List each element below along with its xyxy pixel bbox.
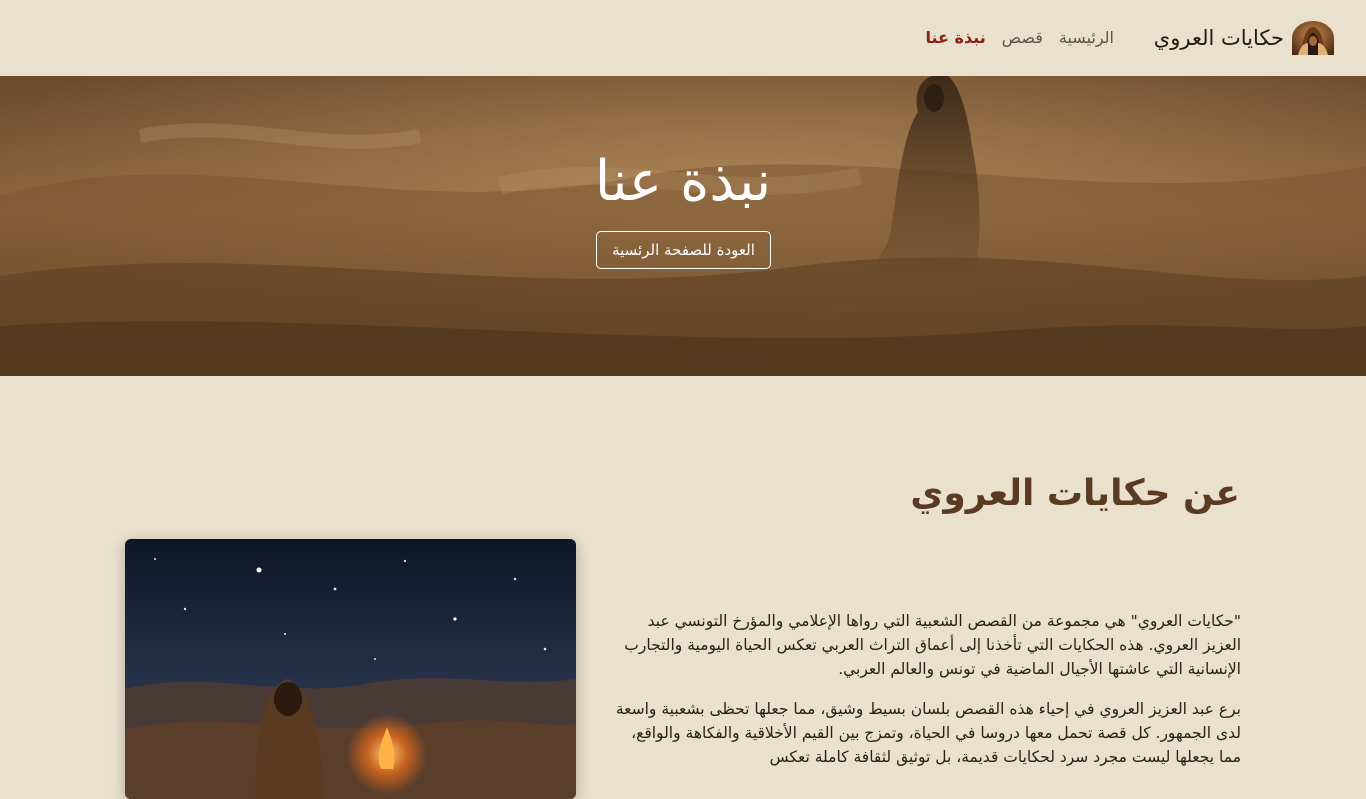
storyteller-campfire-image <box>125 539 576 799</box>
navbar: حكايات العروي الرئيسية قصص نبذة عنا <box>0 0 1366 76</box>
back-home-button[interactable]: العودة للصفحة الرئسية <box>596 231 771 269</box>
hero-desert-background <box>0 76 1366 376</box>
nav-link-stories[interactable]: قصص <box>1002 26 1043 50</box>
brand-logo-icon <box>1292 21 1334 55</box>
nav-link-home[interactable]: الرئيسية <box>1059 26 1114 50</box>
about-title: عن حكايات العروي <box>910 473 1240 514</box>
brand-link[interactable]: حكايات العروي <box>1154 20 1334 56</box>
brand-name: حكايات العروي <box>1153 26 1284 50</box>
about-paragraph-1: "حكايات العروي" هي مجموعة من القصص الشعب… <box>624 612 1241 678</box>
about-text: "حكايات العروي" هي مجموعة من القصص الشعب… <box>606 609 1241 785</box>
about-paragraph-2: برع عبد العزيز العروي في إحياء هذه القصص… <box>615 700 1241 766</box>
hero-banner: نبذة عنا العودة للصفحة الرئسية <box>0 76 1366 376</box>
hero-title: نبذة عنا <box>594 149 772 214</box>
nav-link-about[interactable]: نبذة عنا <box>926 26 986 50</box>
main-nav: الرئيسية قصص نبذة عنا <box>926 26 1115 50</box>
